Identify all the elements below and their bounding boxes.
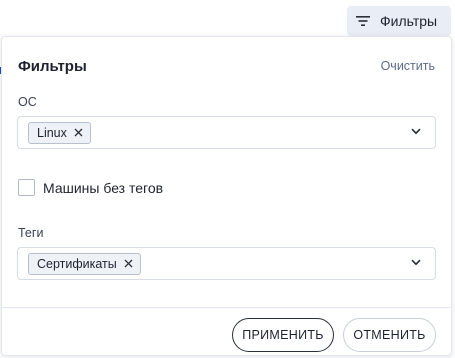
untagged-machines-label: Машины без тегов [43,179,164,196]
cancel-button[interactable]: ОТМЕНИТЬ [343,318,436,352]
tags-field-label: Теги [18,226,44,240]
tags-select[interactable]: Сертификаты [17,247,436,280]
filters-toggle-button[interactable]: Фильтры [347,6,451,36]
os-select[interactable]: Linux [17,116,436,149]
footer-divider [2,307,451,308]
apply-button[interactable]: ПРИМЕНИТЬ [232,318,334,352]
filters-panel: Фильтры Очистить ОС Linux Машины без тег… [1,36,452,356]
untagged-machines-option[interactable]: Машины без тегов [18,179,163,196]
tag-chip: Сертификаты [28,252,141,275]
tag-chip-label: Сертификаты [37,256,117,271]
panel-title: Фильтры [18,58,87,75]
filter-lines-icon [355,15,371,27]
top-bar: Фильтры [0,0,455,74]
chevron-down-icon[interactable] [411,259,421,266]
chevron-down-icon[interactable] [411,128,421,135]
os-field-label: ОС [18,95,37,109]
close-icon[interactable] [124,259,133,268]
untagged-machines-checkbox[interactable] [18,179,35,196]
clear-filters-link[interactable]: Очистить [381,59,435,73]
os-chip: Linux [28,121,91,144]
os-chip-label: Linux [37,125,67,140]
filters-toggle-label: Фильтры [380,13,438,29]
close-icon[interactable] [74,128,83,137]
